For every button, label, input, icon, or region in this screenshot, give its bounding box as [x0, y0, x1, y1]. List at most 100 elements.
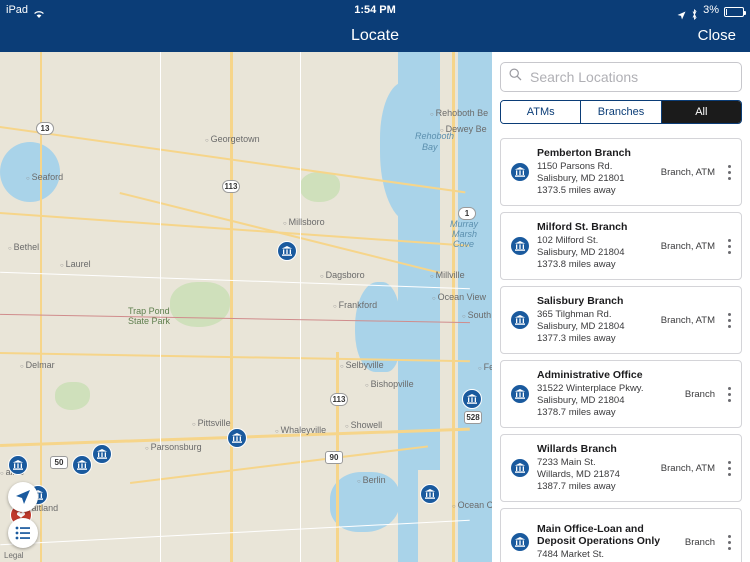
map-town-label: Bishopville [365, 379, 414, 389]
location-street: 7484 Market St. [537, 549, 605, 560]
map-green-2 [55, 382, 90, 410]
location-distance: 1373.8 miles away [537, 259, 616, 270]
location-arrow-icon [677, 7, 686, 19]
search-container [500, 62, 742, 92]
map-town-label: Millville [430, 270, 465, 280]
map-route-shield: 113 [330, 393, 348, 406]
location-street: 31522 Winterplace Pkwy. [537, 383, 644, 394]
map-pin-bank[interactable] [72, 455, 92, 475]
map-town-label: Bethel [8, 242, 40, 252]
map-town-label: Seaford [26, 172, 64, 182]
search-input[interactable] [528, 68, 733, 86]
location-distance: 1373.5 miles away [537, 185, 616, 196]
bank-icon [12, 459, 24, 471]
map-town-label: Rehoboth Be [430, 108, 489, 118]
bank-icon [505, 458, 535, 478]
map-water-label: Rehoboth [415, 131, 455, 141]
map-route-shield: 1 [458, 207, 476, 220]
search-icon [509, 68, 522, 86]
map-pin-bank[interactable] [420, 484, 440, 504]
map-pin-bank[interactable] [8, 455, 28, 475]
map-town-label: Ocean City [452, 500, 492, 510]
location-street: 1150 Parsons Rd. [537, 161, 613, 172]
map-water-label: Bay [422, 142, 438, 152]
location-type: Branch, ATM [660, 314, 715, 326]
location-more-options-button[interactable] [721, 386, 737, 402]
map-view[interactable]: Rehoboth BeDewey BeGeorgetownSeafordMill… [0, 52, 492, 562]
location-distance: 1377.3 miles away [537, 333, 616, 344]
location-card[interactable]: Pemberton Branch 1150 Parsons Rd. Salisbur… [500, 138, 742, 206]
bank-icon [505, 162, 535, 182]
map-town-label: Georgetown [205, 134, 260, 144]
locate-screen: iPad 1:54 PM 3% Locate Close ○ Rehoboth … [0, 0, 750, 562]
location-details: Willards Branch 7233 Main St. Willards, MD… [535, 443, 655, 493]
map-town-label: Parsonsburg [145, 442, 202, 452]
location-more-options-button[interactable] [721, 460, 737, 476]
location-type: Branch, ATM [660, 462, 715, 474]
map-town-label: Fenw [478, 362, 492, 372]
map-water-label: Murray [450, 219, 479, 229]
map-green-3 [300, 172, 340, 202]
map-town-label: Frankford [333, 300, 378, 310]
map-pin-bank[interactable] [92, 444, 112, 464]
map-park-trap-pond [170, 282, 230, 327]
search-box[interactable] [500, 62, 742, 92]
map-road-minor-4 [300, 52, 301, 562]
location-type: Branch [684, 536, 715, 548]
location-list[interactable]: Pemberton Branch 1150 Parsons Rd. Salisbur… [492, 132, 750, 562]
location-details: Main Office-Loan and Deposit Operations … [535, 523, 679, 561]
map-town-label: Whaleyville [275, 425, 327, 435]
filter-segmented-control[interactable]: ATMs Branches All [500, 100, 742, 124]
status-bar: iPad 1:54 PM 3% [0, 0, 750, 20]
bank-icon [505, 236, 535, 256]
map-locate-button[interactable] [8, 482, 38, 512]
battery-icon [724, 7, 746, 17]
location-card[interactable]: Salisbury Branch 365 Tilghman Rd. Salisbur… [500, 286, 742, 354]
map-pin-bank[interactable] [227, 428, 247, 448]
bank-icon [466, 393, 478, 405]
location-city-state: Salisbury, MD 21801 [537, 173, 625, 184]
location-card[interactable]: Milford St. Branch 102 Milford St. Salisbu… [500, 212, 742, 280]
map-town-label: South B [462, 310, 492, 320]
map-route-shield: 113 [222, 180, 240, 193]
location-details: Salisbury Branch 365 Tilghman Rd. Salisbur… [535, 295, 655, 345]
map-legal-link[interactable]: Legal [4, 551, 24, 560]
location-details: Pemberton Branch 1150 Parsons Rd. Salisbur… [535, 147, 655, 197]
location-distance: 1378.7 miles away [537, 407, 616, 418]
location-more-options-button[interactable] [721, 164, 737, 180]
bank-icon [76, 459, 88, 471]
location-more-options-button[interactable] [721, 238, 737, 254]
map-route-shield: 90 [325, 451, 343, 464]
segment-all[interactable]: All [661, 101, 741, 123]
close-button[interactable]: Close [698, 20, 736, 52]
location-street: 365 Tilghman Rd. [537, 309, 612, 320]
bank-icon [505, 384, 535, 404]
location-card[interactable]: Administrative Office 31522 Winterplace P… [500, 360, 742, 428]
map-water-label: Marsh [452, 229, 478, 239]
bank-icon [505, 310, 535, 330]
map-town-label: Berlin [357, 475, 386, 485]
bluetooth-icon [691, 7, 698, 20]
map-route-shield: 50 [50, 456, 68, 469]
location-name: Main Office-Loan and Deposit Operations … [537, 523, 661, 547]
map-pin-bank[interactable] [462, 389, 482, 409]
segment-atms[interactable]: ATMs [501, 101, 582, 123]
map-town-label: Millsboro [283, 217, 325, 227]
map-town-label: Showell [345, 420, 383, 430]
location-details: Administrative Office 31522 Winterplace P… [535, 369, 679, 419]
location-name: Milford St. Branch [537, 221, 628, 233]
map-town-label: Ocean View [432, 292, 486, 302]
location-name: Willards Branch [537, 443, 617, 455]
location-card[interactable]: Main Office-Loan and Deposit Operations … [500, 508, 742, 562]
map-pin-bank[interactable] [277, 241, 297, 261]
map-town-label: Selbyville [340, 360, 384, 370]
map-town-label: Laurel [60, 259, 91, 269]
bank-icon [281, 245, 293, 257]
segment-branches[interactable]: Branches [581, 101, 662, 123]
location-more-options-button[interactable] [721, 312, 737, 328]
map-road-us113-n [230, 52, 233, 562]
location-city-state: Salisbury, MD 21804 [537, 247, 625, 258]
map-list-button[interactable] [8, 518, 38, 548]
location-card[interactable]: Willards Branch 7233 Main St. Willards, MD… [500, 434, 742, 502]
location-more-options-button[interactable] [721, 534, 737, 550]
